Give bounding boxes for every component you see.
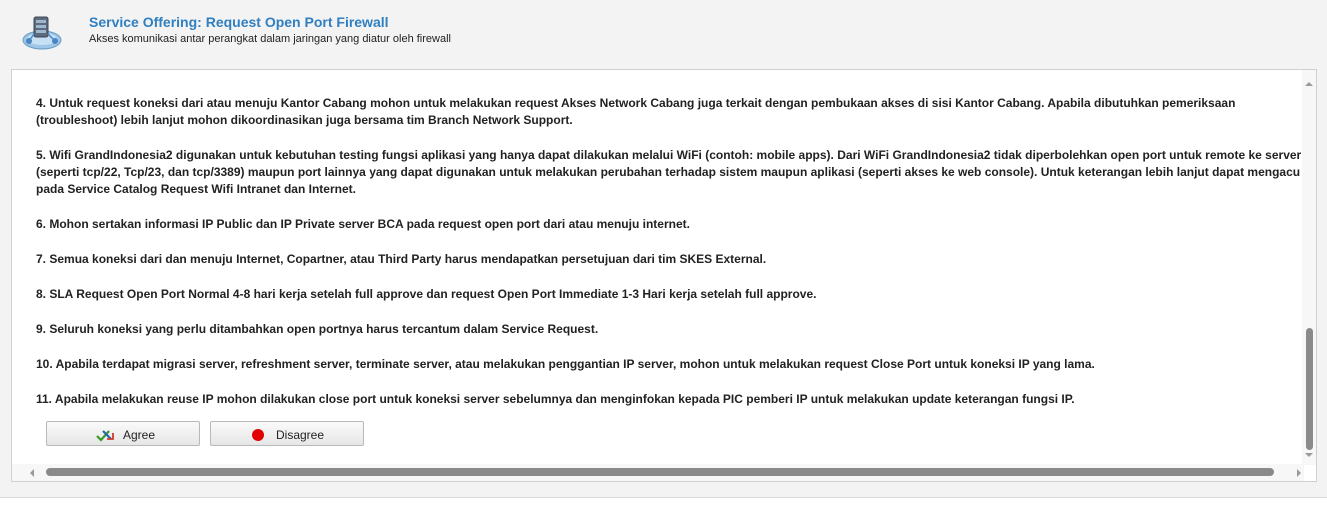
scroll-right-icon[interactable] (1297, 469, 1301, 477)
term-item: 4. Untuk request koneksi dari atau menuj… (36, 96, 1236, 127)
horizontal-scrollbar[interactable] (12, 464, 1304, 481)
term-item: 6. Mohon sertakan informasi IP Public da… (36, 217, 690, 231)
scroll-left-icon[interactable] (30, 469, 34, 477)
agree-label: Agree (123, 428, 156, 442)
term-item: 7. Semua koneksi dari dan menuju Interne… (36, 252, 767, 266)
term-item: 9. Seluruh koneksi yang perlu ditambahka… (36, 322, 599, 336)
terms-panel: 4. Untuk request koneksi dari atau menuj… (11, 69, 1317, 482)
horizontal-scroll-thumb[interactable] (46, 468, 1274, 476)
page-subtitle: Akses komunikasi antar perangkat dalam j… (89, 33, 451, 45)
disagree-button[interactable]: Disagree (210, 421, 364, 446)
footer-bar (0, 497, 1327, 530)
term-item: 5. Wifi GrandIndonesia2 digunakan untuk … (36, 148, 1302, 196)
vertical-scroll-thumb[interactable] (1306, 328, 1313, 450)
network-service-icon (20, 12, 64, 52)
page-header: Service Offering: Request Open Port Fire… (0, 0, 1327, 64)
vertical-scrollbar[interactable] (1302, 70, 1316, 465)
disagree-label: Disagree (276, 428, 325, 442)
term-item: 11. Apabila melakukan reuse IP mohon dil… (36, 392, 1075, 406)
page-title: Service Offering: Request Open Port Fire… (89, 14, 389, 30)
scroll-down-icon[interactable] (1305, 453, 1313, 457)
term-item: 8. SLA Request Open Port Normal 4-8 hari… (36, 287, 817, 301)
checklist-approve-icon (95, 427, 115, 443)
agree-button[interactable]: Agree (46, 421, 200, 446)
terms-content: 4. Untuk request koneksi dari atau menuj… (36, 95, 1314, 410)
term-item: 10. Apabila terdapat migrasi server, ref… (36, 357, 1095, 371)
scroll-up-icon[interactable] (1305, 82, 1313, 86)
red-dot-icon (248, 427, 268, 443)
